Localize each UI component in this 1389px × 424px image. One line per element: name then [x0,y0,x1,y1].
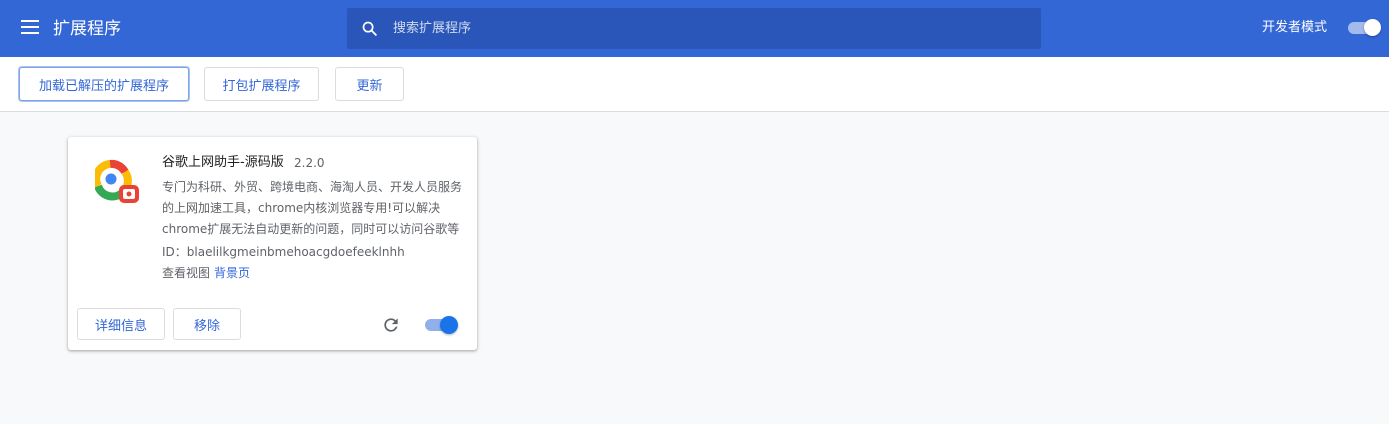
search-input[interactable] [393,8,1023,49]
extension-name: 谷歌上网助手-源码版 [162,155,284,170]
search-box[interactable] [347,8,1041,49]
dev-mode-toggle-knob [1364,19,1381,36]
dev-mode-toggle[interactable] [1348,19,1381,36]
extension-version: 2.2.0 [294,156,325,170]
reload-icon[interactable] [381,315,401,335]
extension-id: ID：blaelilkgmeinbmehoacgdoefeeklnhh [162,245,405,259]
load-unpacked-button[interactable]: 加载已解压的扩展程序 [19,67,189,101]
extension-enable-toggle[interactable] [425,316,459,334]
toolbar: 加载已解压的扩展程序 打包扩展程序 更新 [0,57,1389,112]
extension-card: 谷歌上网助手-源码版 2.2.0 专门为科研、外贸、跨境电商、海淘人员、开发人员… [68,137,477,350]
update-button[interactable]: 更新 [335,67,404,101]
details-button[interactable]: 详细信息 [77,308,165,340]
background-page-link[interactable]: 背景页 [214,266,250,280]
search-icon [362,21,377,36]
page-title: 扩展程序 [53,19,121,39]
extension-description: 专门为科研、外贸、跨境电商、海淘人员、开发人员服务的上网加速工具，chrome内… [162,180,462,236]
remove-button[interactable]: 移除 [173,308,241,340]
pack-extension-button[interactable]: 打包扩展程序 [204,67,319,101]
dev-mode-label: 开发者模式 [1262,20,1328,35]
extension-views: 查看视图 背景页 [162,264,250,282]
top-bar: 扩展程序 开发者模式 [0,0,1389,57]
menu-icon[interactable] [21,20,39,36]
views-label: 查看视图 [162,266,211,280]
extension-toggle-knob [440,316,458,334]
google-helper-icon [95,159,139,203]
